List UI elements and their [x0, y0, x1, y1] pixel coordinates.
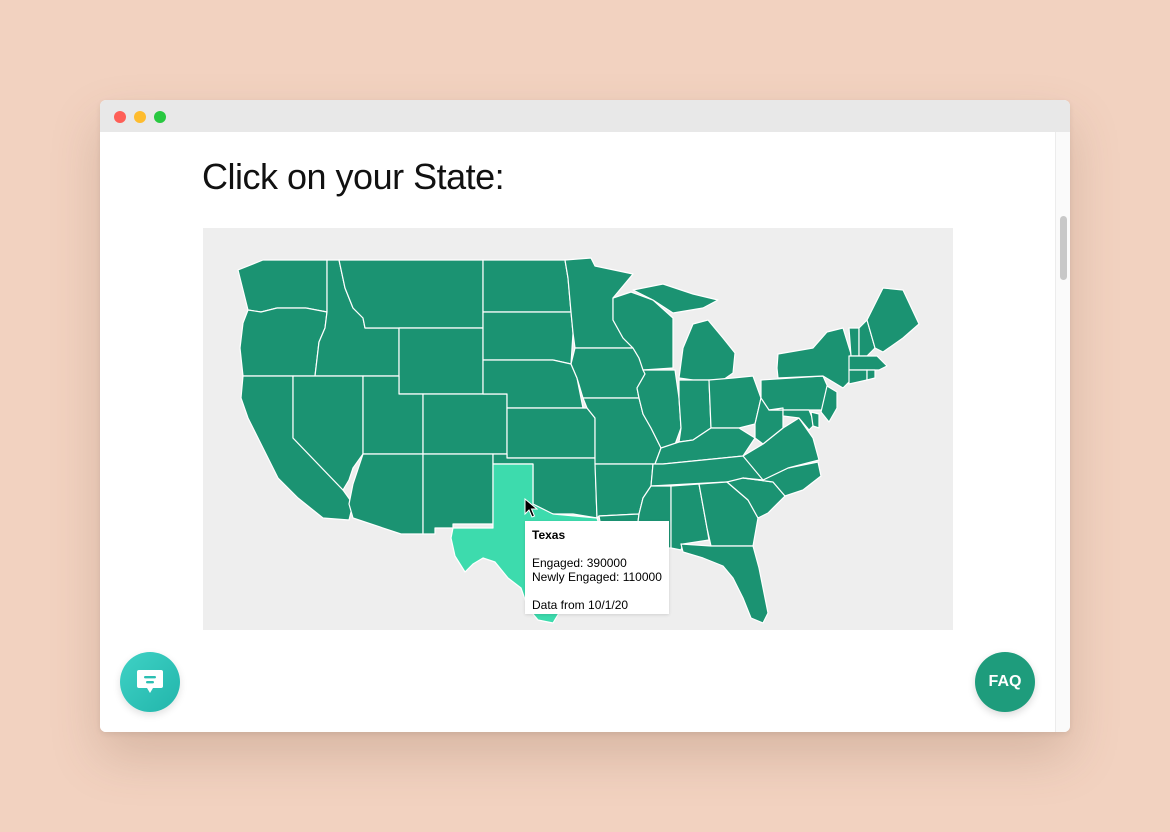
- tooltip-data-date: Data from 10/1/20: [532, 598, 629, 612]
- state-massachusetts[interactable]: [848, 355, 888, 371]
- chat-bubble-icon: [137, 670, 163, 693]
- state-maine[interactable]: [866, 287, 920, 353]
- tooltip-newly-engaged: Newly Engaged: 110000: [532, 570, 662, 584]
- state-ohio[interactable]: [708, 375, 762, 429]
- close-window-button[interactable]: [114, 111, 126, 123]
- state-connecticut[interactable]: [848, 369, 868, 385]
- state-vermont[interactable]: [848, 327, 860, 357]
- state-north-dakota[interactable]: [482, 259, 572, 313]
- page-title: Click on your State:: [202, 156, 505, 197]
- state-tooltip: Texas Engaged: 390000 Newly Engaged: 110…: [525, 521, 669, 614]
- vertical-scrollbar[interactable]: [1055, 132, 1070, 732]
- tooltip-state-name: Texas: [532, 528, 566, 542]
- state-south-dakota[interactable]: [482, 311, 574, 365]
- state-washington[interactable]: [237, 259, 328, 313]
- state-kansas[interactable]: [506, 407, 596, 459]
- minimize-window-button[interactable]: [134, 111, 146, 123]
- scrollbar-thumb[interactable]: [1060, 216, 1067, 280]
- title-bar: [100, 100, 1070, 132]
- chat-button[interactable]: [120, 652, 180, 712]
- state-iowa[interactable]: [570, 347, 646, 399]
- state-florida[interactable]: [680, 543, 769, 624]
- mouse-cursor-icon: [524, 498, 538, 518]
- page-viewport: Click on your State: Texas Engaged: 3900…: [100, 132, 1055, 732]
- state-colorado[interactable]: [422, 393, 508, 455]
- browser-window: Click on your State: Texas Engaged: 3900…: [100, 100, 1070, 732]
- maximize-window-button[interactable]: [154, 111, 166, 123]
- state-arizona[interactable]: [348, 453, 424, 535]
- state-pennsylvania[interactable]: [760, 375, 832, 411]
- state-oregon[interactable]: [239, 307, 328, 377]
- tooltip-engaged: Engaged: 390000: [532, 556, 627, 570]
- us-map-panel: Texas Engaged: 390000 Newly Engaged: 110…: [203, 228, 953, 630]
- state-rhode-island[interactable]: [866, 369, 876, 381]
- state-wyoming[interactable]: [398, 327, 484, 395]
- state-new-mexico[interactable]: [422, 453, 494, 535]
- faq-button[interactable]: FAQ: [975, 652, 1035, 712]
- state-michigan[interactable]: [678, 319, 736, 381]
